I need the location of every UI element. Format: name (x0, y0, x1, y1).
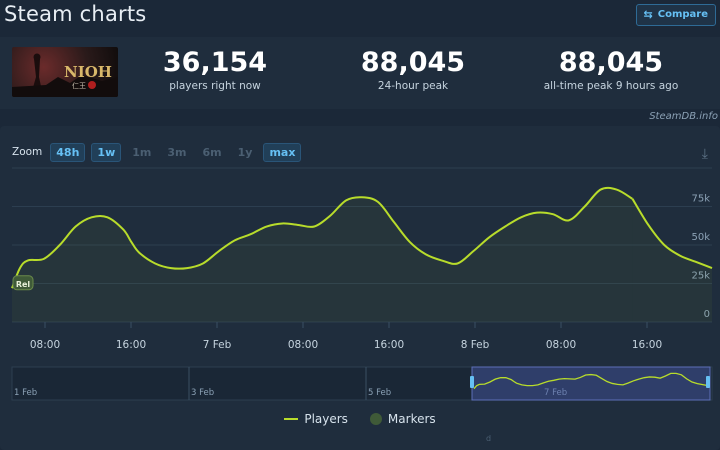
compare-button[interactable]: ⇆ Compare (635, 4, 716, 26)
chart-legend: Players Markers (0, 412, 720, 426)
game-logo[interactable]: NIOH 仁王 (12, 47, 118, 97)
zoom-48h-button[interactable]: 48h (50, 142, 86, 162)
y-tick-label: 50k (691, 232, 710, 243)
stat-current-players: 36,154 players right now (130, 47, 300, 92)
legend-players[interactable]: Players (284, 412, 348, 426)
x-tick-label: 16:00 (116, 339, 146, 351)
x-tick-label: 08:00 (288, 339, 318, 351)
navigator-label: 1 Feb (14, 388, 37, 398)
zoom-1m-button[interactable]: 1m (127, 144, 156, 161)
all-time-peak-value: 88,045 (558, 47, 664, 78)
x-tick-label: 16:00 (374, 339, 404, 351)
stat-24h-peak: 88,045 24-hour peak (328, 47, 498, 92)
download-icon[interactable]: ⤓ (702, 146, 708, 162)
navigator-handle-left (470, 376, 474, 388)
x-tick-label: 08:00 (546, 339, 576, 351)
current-players-value: 36,154 (162, 47, 268, 78)
zoom-max-button[interactable]: max (263, 142, 302, 162)
zoom-6m-button[interactable]: 6m (198, 144, 227, 161)
navigator-label: 5 Feb (368, 388, 391, 398)
header: Steam charts ⇆ Compare (0, 0, 720, 34)
zoom-1w-button[interactable]: 1w (91, 142, 122, 162)
markers-dot-swatch (369, 413, 382, 425)
current-players-label: players right now (169, 80, 261, 92)
steamdb-credit[interactable]: SteamDB.info (649, 111, 718, 122)
stats-bar: NIOH 仁王 36,154 players right now 88,045 … (0, 37, 720, 109)
compare-icon: ⇆ (643, 8, 653, 21)
svg-text:仁王: 仁王 (72, 81, 86, 90)
navigator-handle-right (706, 376, 710, 388)
zoom-label: Zoom (12, 146, 43, 158)
x-tick-label: 8 Feb (461, 339, 490, 351)
release-marker-label: Rel (16, 280, 31, 289)
x-tick-label: 08:00 (30, 339, 60, 351)
24h-peak-value: 88,045 (360, 47, 466, 78)
player-chart: 025k50k75k08:0016:007 Feb08:0016:008 Feb… (11, 167, 713, 401)
x-tick-label: 7 Feb (203, 339, 232, 351)
navigator-label: 3 Feb (191, 388, 214, 398)
stat-all-time-peak: 88,045 all-time peak 9 hours ago (526, 47, 696, 92)
zoom-controls: Zoom 48h 1w 1m 3m 6m 1y max (12, 142, 302, 162)
page-title: Steam charts (4, 2, 147, 26)
y-tick-label: 75k (691, 194, 710, 205)
compare-label: Compare (657, 9, 708, 20)
24h-peak-label: 24-hour peak (377, 80, 449, 92)
svg-text:NIOH: NIOH (64, 63, 112, 81)
footer-mark: d (486, 434, 492, 443)
zoom-3m-button[interactable]: 3m (162, 144, 191, 161)
zoom-1y-button[interactable]: 1y (233, 144, 258, 161)
legend-markers-label: Markers (387, 412, 436, 426)
legend-players-label: Players (304, 412, 348, 426)
all-time-peak-label: all-time peak 9 hours ago (543, 80, 679, 92)
navigator-selection (471, 366, 711, 401)
legend-markers[interactable]: Markers (369, 412, 436, 426)
players-area-0 (12, 187, 633, 322)
x-tick-label: 16:00 (632, 339, 662, 351)
players-line-swatch (284, 418, 299, 420)
